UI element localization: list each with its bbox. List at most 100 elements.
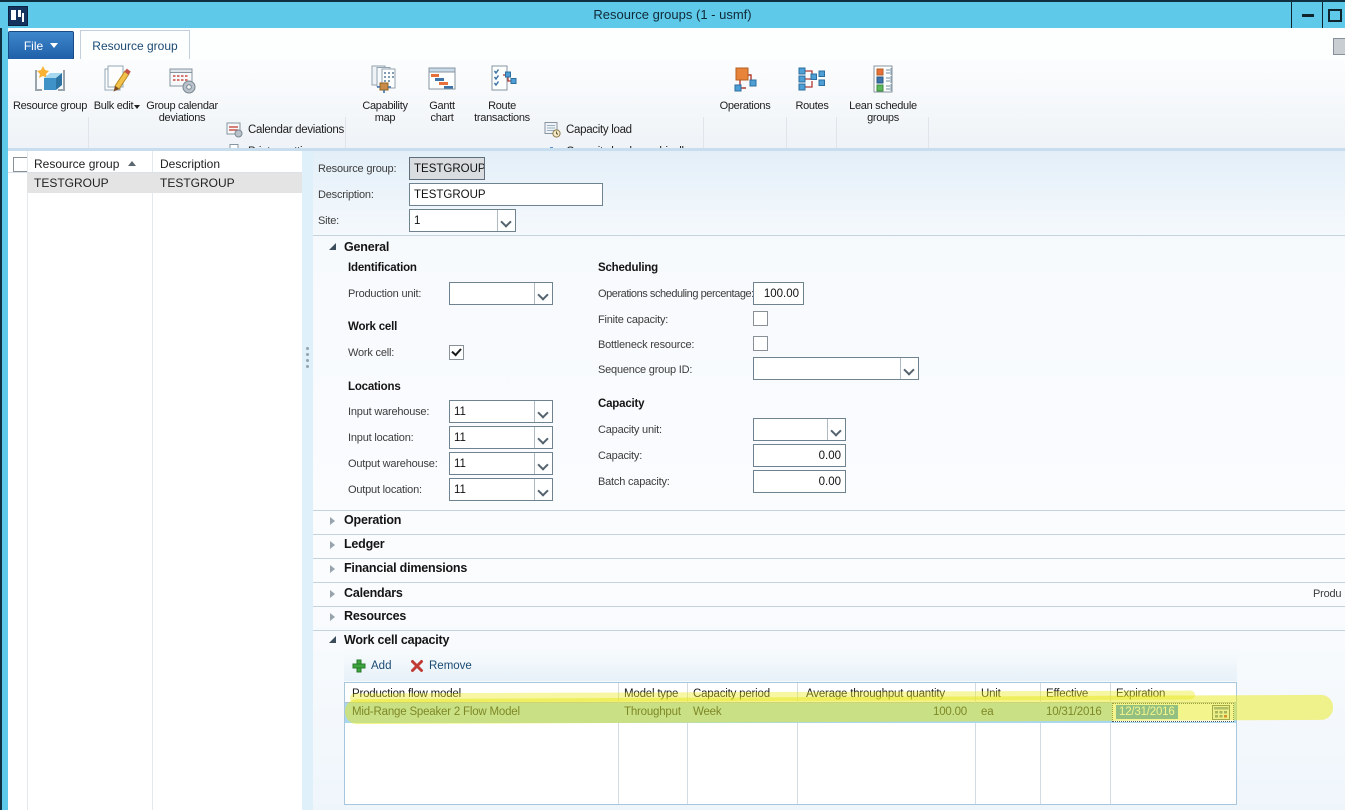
combo-dropdown-button[interactable] [534,401,552,422]
capacity-unit-combobox[interactable] [753,418,846,441]
section-work-cell-capacity[interactable]: Work cell capacity [344,633,449,647]
input-warehouse-label: Input warehouse: [348,406,429,418]
section-divider [313,510,1345,511]
subsection-capacity: Capacity [598,398,644,410]
file-menu-button[interactable]: File [8,31,74,60]
select-all-checkbox[interactable] [13,157,28,172]
resource-group-field[interactable]: TESTGROUP [409,157,485,180]
resource-group-list: Resource group Description [8,151,302,810]
output-location-combobox[interactable]: 11 [449,478,553,501]
subsection-scheduling: Scheduling [598,262,658,274]
section-divider [313,235,1345,236]
expanded-triangle-icon [329,243,336,250]
description-field[interactable]: TESTGROUP [409,183,603,206]
ops-scheduling-pct-field[interactable]: 100.00 [753,282,804,305]
combo-dropdown-button[interactable] [534,479,552,500]
section-divider [313,582,1345,583]
combo-dropdown-button[interactable] [534,427,552,448]
wcc-cell-production-flow-model: Mid-Range Speaker 2 Flow Model [352,706,520,718]
capacity-load-button[interactable]: Capacity load [544,121,632,138]
maximize-button[interactable] [1322,2,1345,28]
capacity-field[interactable]: 0.00 [753,444,846,467]
chevron-down-icon [537,289,548,300]
calendar-deviations-icon [226,121,243,138]
title-bar: Resource groups (1 - usmf) [0,2,1345,28]
sequence-group-combobox[interactable] [753,357,919,380]
description-label: Description: [318,189,374,201]
tab-resource-group[interactable]: Resource group [80,30,190,61]
combo-dropdown-button[interactable] [827,419,845,440]
section-ledger[interactable]: Ledger [344,537,384,551]
panel-splitter[interactable] [302,151,313,810]
remove-icon [410,659,424,673]
grid-column-line [152,151,153,810]
wcc-cell-avg-throughput-qty: 100.00 [797,706,967,718]
collapsed-triangle-icon [330,613,335,621]
capability-map-button[interactable]: Capability map [352,62,418,124]
route-transactions-icon [485,63,519,97]
wcc-col-model-type[interactable]: Model type [624,688,678,700]
wcc-col-unit[interactable]: Unit [981,688,1001,700]
bulk-edit-button[interactable]: Bulk edit [92,62,142,112]
capability-map-icon [368,63,402,97]
combo-dropdown-button[interactable] [534,283,552,304]
wcc-col-avg-throughput-qty[interactable]: Average throughput quantity [806,688,945,700]
sequence-group-label: Sequence group ID: [598,364,692,376]
wcc-column-line [618,683,619,804]
site-combobox[interactable]: 1 [409,209,516,232]
input-location-combobox[interactable]: 11 [449,426,553,449]
add-button[interactable]: Add [352,659,391,673]
subsection-identification: Identification [348,262,417,274]
wcc-grid [344,682,1237,805]
work-cell-checkbox[interactable] [449,345,464,360]
routes-button[interactable]: Routes [789,62,835,112]
wcc-col-production-flow-model[interactable]: Production flow model [352,688,461,700]
wcc-col-effective[interactable]: Effective [1046,688,1088,700]
lean-schedule-groups-button[interactable]: Lean schedule groups [840,62,926,124]
wcc-col-expiration[interactable]: Expiration [1116,688,1165,700]
chevron-down-icon [500,216,511,227]
chevron-down-icon [903,364,914,375]
production-unit-combobox[interactable] [449,282,553,305]
operations-button[interactable]: Operations [706,62,784,112]
window-restore-icon[interactable] [1333,38,1345,55]
wcc-cell-expiration[interactable]: 12/31/2016 [1116,705,1178,719]
batch-capacity-field[interactable]: 0.00 [753,470,846,493]
combo-dropdown-button[interactable] [534,453,552,474]
column-header-description[interactable]: Description [160,157,220,171]
group-calendar-deviations-button[interactable]: Group calendar deviations [142,62,222,124]
input-warehouse-combobox[interactable]: 11 [449,400,553,423]
wcc-column-line [797,683,798,804]
combo-dropdown-button[interactable] [497,210,515,231]
calendar-deviations-button[interactable]: Calendar deviations [226,121,344,138]
section-calendars[interactable]: Calendars [344,586,403,600]
section-resources[interactable]: Resources [344,609,406,623]
remove-button[interactable]: Remove [410,659,472,673]
bottleneck-resource-checkbox[interactable] [753,336,768,351]
column-header-resource-group[interactable]: Resource group [34,157,119,171]
route-transactions-button[interactable]: Route transactions [466,62,538,124]
grid-column-line [27,151,28,810]
date-picker-icon[interactable] [1212,704,1231,721]
section-financial-dimensions[interactable]: Financial dimensions [344,561,467,575]
routes-icon [795,63,829,97]
resource-group-new-button[interactable]: Resource group [12,62,88,112]
output-warehouse-combobox[interactable]: 11 [449,452,553,475]
collapsed-triangle-icon [330,517,335,525]
section-general[interactable]: General [344,240,389,254]
resource-group-row[interactable]: TESTGROUP TESTGROUP [27,173,302,193]
calendars-summary-text: Produ [1313,588,1345,600]
wcc-col-capacity-period[interactable]: Capacity period [693,688,770,700]
finite-capacity-label: Finite capacity: [598,314,668,326]
work-cell-label: Work cell: [348,347,394,359]
window-title: Resource groups (1 - usmf) [0,2,1345,28]
gantt-chart-button[interactable]: Gantt chart [418,62,466,124]
wcc-cell-effective: 10/31/2016 [1046,706,1102,718]
chevron-down-icon [50,43,58,48]
section-operation[interactable]: Operation [344,513,401,527]
maximize-icon [1328,9,1342,22]
minimize-button[interactable] [1291,2,1323,28]
combo-dropdown-button[interactable] [900,358,918,379]
wcc-cell-capacity-period: Week [693,706,721,718]
finite-capacity-checkbox[interactable] [753,311,768,326]
